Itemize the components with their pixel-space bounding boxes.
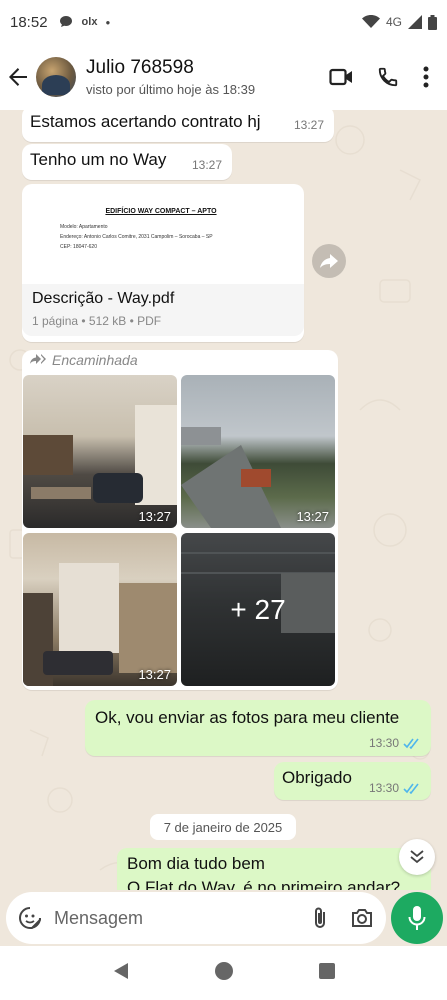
- photo-time: 13:27: [138, 509, 171, 524]
- outgoing-message[interactable]: Obrigado 13:30: [274, 762, 431, 800]
- avatar[interactable]: [36, 57, 76, 97]
- mic-button[interactable]: [391, 892, 443, 944]
- message-time: 13:27: [191, 158, 222, 172]
- message-text: Obrigado: [282, 768, 352, 787]
- read-ticks-icon: [403, 783, 419, 794]
- olx-icon: olx: [81, 16, 98, 28]
- mic-icon: [408, 906, 426, 930]
- forward-share-icon[interactable]: [312, 244, 346, 278]
- message-text: Estamos acertando contrato hj: [30, 112, 261, 131]
- document-file-name: Descrição - Way.pdf: [32, 290, 175, 307]
- message-input[interactable]: [54, 907, 298, 929]
- chat-bubble-icon: [59, 16, 72, 27]
- system-nav-bar: [0, 946, 447, 1000]
- forwarded-label: Encaminhada: [52, 352, 138, 368]
- photo-time: 13:27: [138, 667, 171, 682]
- living-room-curtains-photo[interactable]: 13:27: [23, 533, 177, 686]
- message-text: Ok, vou enviar as fotos para meu cliente: [95, 708, 400, 727]
- contact-name: Julio 768598: [86, 57, 194, 78]
- date-separator: 7 de janeiro de 2025: [150, 814, 296, 840]
- read-ticks-icon: [403, 738, 419, 749]
- document-preview-line: Modelo: Apartamento: [60, 224, 108, 230]
- status-time: 18:52: [10, 13, 48, 31]
- city-view-photo[interactable]: 13:27: [181, 375, 335, 528]
- incoming-message[interactable]: Estamos acertando contrato hj 13:27: [22, 110, 334, 142]
- message-time: 13:27: [293, 118, 324, 132]
- last-seen-status: visto por último hoje às 18:39: [86, 82, 256, 97]
- camera-icon[interactable]: [350, 907, 374, 929]
- signal-icon: [408, 15, 422, 29]
- document-meta: 1 página • 512 kB • PDF: [32, 314, 162, 328]
- chat-area[interactable]: Estamos acertando contrato hj 13:27 Tenh…: [0, 110, 447, 890]
- phone-icon[interactable]: [377, 66, 399, 88]
- more-photos-overlay[interactable]: + 27: [181, 533, 335, 686]
- battery-icon: [428, 14, 437, 30]
- message-composer: [6, 892, 386, 944]
- document-preview[interactable]: EDIFÍCIO WAY COMPACT – APTO Modelo: Apar…: [32, 192, 290, 282]
- document-preview-title: EDIFÍCIO WAY COMPACT – APTO: [105, 208, 217, 215]
- document-message[interactable]: EDIFÍCIO WAY COMPACT – APTO Modelo: Apar…: [22, 184, 304, 342]
- wifi-icon: [361, 15, 380, 28]
- network-label: 4G: [385, 15, 402, 29]
- more-options-icon[interactable]: [423, 66, 429, 88]
- contact-info[interactable]: Julio 768598 visto por último hoje às 18…: [86, 57, 255, 97]
- document-preview-line: Endereço: Antonio Carlos Comitre, 2031 C…: [60, 234, 213, 240]
- nav-recents-icon[interactable]: [318, 962, 335, 984]
- garage-photo[interactable]: + 27: [181, 533, 335, 686]
- scroll-to-bottom-button[interactable]: [399, 839, 435, 875]
- nav-back-icon[interactable]: [113, 962, 129, 985]
- attach-icon[interactable]: [312, 906, 328, 930]
- living-room-photo[interactable]: 13:27: [23, 375, 177, 528]
- message-time: 13:30: [368, 781, 399, 795]
- message-text: O Flat do Way, é no primeiro andar?: [127, 878, 401, 890]
- sticker-icon[interactable]: [18, 906, 42, 930]
- double-chevron-down-icon: [410, 850, 424, 864]
- document-preview-line: CEP: 18047-620: [60, 244, 97, 250]
- forwarded-icon: [30, 354, 46, 364]
- photo-time: 13:27: [296, 509, 329, 524]
- dot-icon: ●: [105, 17, 111, 27]
- outgoing-message[interactable]: Ok, vou enviar as fotos para meu cliente…: [85, 700, 431, 756]
- chat-header: Julio 768598 visto por último hoje às 18…: [0, 44, 447, 110]
- incoming-message[interactable]: Tenho um no Way 13:27: [22, 144, 232, 180]
- message-text: Bom dia tudo bem: [127, 854, 265, 873]
- document-footer: Descrição - Way.pdf 1 página • 512 kB • …: [22, 284, 304, 336]
- back-arrow-icon[interactable]: [0, 44, 36, 110]
- nav-home-icon[interactable]: [214, 961, 234, 986]
- forwarded-indicator: Encaminhada: [30, 352, 138, 368]
- message-time: 13:30: [368, 736, 399, 750]
- outgoing-message[interactable]: Bom dia tudo bem O Flat do Way, é no pri…: [117, 848, 431, 890]
- message-text: Tenho um no Way: [30, 150, 167, 169]
- status-bar: 18:52 olx ● 4G: [0, 0, 447, 44]
- more-photos-count: + 27: [230, 593, 286, 625]
- video-call-icon[interactable]: [329, 68, 353, 86]
